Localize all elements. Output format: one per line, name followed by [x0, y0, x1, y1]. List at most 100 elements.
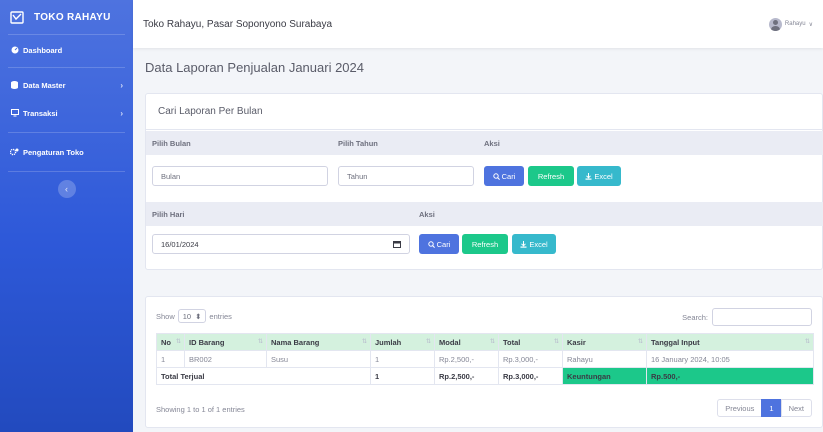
sort-icon: ⇅	[425, 339, 431, 345]
sidebar-item-data-master[interactable]: Data Master ›	[0, 74, 133, 96]
divider	[8, 67, 125, 68]
filter-label-row: Pilih Bulan Pilih Tahun Aksi	[146, 131, 823, 155]
refresh-month-button[interactable]: Refresh	[528, 166, 574, 186]
cell-nama-barang: Susu	[266, 350, 371, 368]
day-label-row: Pilih Hari Aksi	[146, 202, 823, 226]
filter-card: Cari Laporan Per Bulan Pilih Bulan Pilih…	[145, 93, 823, 270]
column-header-id-barang[interactable]: ID Barang ⇅	[184, 333, 267, 351]
download-icon	[585, 172, 592, 180]
year-select[interactable]: Tahun	[338, 166, 474, 186]
entries-select[interactable]: 10 ⬍	[177, 309, 207, 323]
brand[interactable]: TOKO RAHAYU	[0, 0, 133, 34]
sidebar-item-transaksi[interactable]: Transaksi ›	[0, 102, 133, 124]
search-month-button[interactable]: Cari	[484, 166, 524, 186]
column-header-jumlah[interactable]: Jumlah ⇅	[370, 333, 435, 351]
cell-no: 1	[156, 350, 185, 368]
search-button-label: Cari	[436, 239, 451, 249]
total-modal: Rp.2,500,-	[434, 367, 499, 385]
excel-button-label: Excel	[529, 239, 548, 249]
table-search: Search:	[682, 308, 812, 326]
pagination: Previous 1 Next	[717, 399, 812, 417]
desktop-icon	[10, 109, 19, 117]
chevron-right-icon: ›	[120, 80, 123, 90]
action-label: Aksi	[484, 139, 500, 148]
profit-label: Keuntungan	[562, 367, 647, 385]
topbar: Toko Rahayu, Pasar Soponyono Surabaya Ra…	[133, 0, 823, 48]
sidebar-item-label: Pengaturan Toko	[23, 147, 84, 157]
refresh-day-button[interactable]: Refresh	[462, 234, 508, 254]
cell-jumlah: 1	[370, 350, 435, 368]
column-header-nama-barang[interactable]: Nama Barang ⇅	[266, 333, 371, 351]
sort-icon: ⇅	[257, 339, 263, 345]
previous-page-button[interactable]: Previous	[717, 399, 763, 417]
page-1-button[interactable]: 1	[761, 399, 782, 417]
excel-month-button[interactable]: Excel	[577, 166, 621, 186]
sidebar-toggle-button[interactable]: ‹	[57, 180, 76, 198]
date-value: 16/01/2024	[161, 239, 199, 249]
search-label: Search:	[682, 312, 708, 322]
column-header-kasir[interactable]: Kasir ⇅	[562, 333, 647, 351]
total-row: Total Terjual 1 Rp.2,500,- Rp.3,000,- Ke…	[156, 367, 814, 385]
sort-icon: ⇅	[175, 339, 181, 345]
entries-label: entries	[209, 311, 232, 321]
user-name: Rahayu	[784, 21, 806, 27]
divider	[8, 34, 125, 35]
column-header-tanggal-input[interactable]: Tanggal Input ⇅	[646, 333, 814, 351]
divider	[8, 171, 125, 172]
column-header-modal[interactable]: Modal ⇅	[434, 333, 499, 351]
brand-name: TOKO RAHAYU	[34, 11, 111, 23]
select-arrows-icon: ⬍	[195, 311, 202, 321]
chevron-left-icon: ‹	[65, 184, 68, 194]
cell-total: Rp.3,000,-	[498, 350, 563, 368]
filter-card-header: Cari Laporan Per Bulan	[146, 94, 822, 130]
cell-tanggal-input: 16 January 2024, 10:05	[646, 350, 814, 368]
entries-length: Show 10 ⬍ entries	[156, 309, 232, 323]
sidebar-item-label: Dashboard	[23, 45, 63, 55]
search-day-button[interactable]: Cari	[419, 234, 459, 254]
chevron-right-icon: ›	[120, 108, 123, 118]
table-header-row: No ⇅ ID Barang ⇅ Nama Barang ⇅ Jumlah ⇅ Moda…	[156, 333, 814, 351]
store-logo-icon	[10, 11, 24, 24]
page-title: Data Laporan Penjualan Januari 2024	[145, 60, 365, 75]
show-label: Show	[156, 311, 175, 321]
next-page-button[interactable]: Next	[780, 399, 812, 417]
sort-icon: ⇅	[489, 339, 495, 345]
cell-modal: Rp.2,500,-	[434, 350, 499, 368]
user-menu[interactable]: Rahayu ∨	[768, 17, 813, 31]
divider	[8, 132, 125, 133]
tachometer-icon	[10, 46, 19, 54]
search-icon	[492, 172, 500, 180]
calendar-icon[interactable]	[393, 240, 401, 248]
profit-value: Rp.500,-	[646, 367, 814, 385]
table-info: Showing 1 to 1 of 1 entries	[156, 405, 245, 414]
sort-icon: ⇅	[637, 339, 643, 345]
sort-icon: ⇅	[361, 339, 367, 345]
total-total: Rp.3,000,-	[498, 367, 563, 385]
sidebar-item-pengaturan-toko[interactable]: Pengaturan Toko	[0, 141, 133, 163]
date-input[interactable]: 16/01/2024	[152, 234, 410, 254]
table-row: 1 BR002 Susu 1 Rp.2,500,- Rp.3,000,- Rah…	[156, 350, 814, 368]
day-action-label: Aksi	[419, 210, 435, 219]
database-icon	[10, 81, 19, 89]
download-icon	[520, 240, 527, 248]
month-label: Pilih Bulan	[152, 139, 191, 148]
avatar	[768, 17, 782, 31]
search-input[interactable]	[712, 308, 812, 326]
chevron-down-icon: ∨	[808, 21, 813, 28]
column-header-no[interactable]: No ⇅	[156, 333, 185, 351]
excel-day-button[interactable]: Excel	[512, 234, 556, 254]
cell-id-barang: BR002	[184, 350, 267, 368]
entries-value: 10	[182, 311, 192, 321]
month-select[interactable]: Bulan	[152, 166, 328, 186]
sidebar-item-label: Data Master	[23, 80, 66, 90]
sidebar-item-dashboard[interactable]: Dashboard	[0, 39, 133, 61]
column-header-total[interactable]: Total ⇅	[498, 333, 563, 351]
sidebar-item-label: Transaksi	[23, 108, 58, 118]
sidebar: TOKO RAHAYU Dashboard Data Master › Tran…	[0, 0, 133, 432]
cell-kasir: Rahayu	[562, 350, 647, 368]
report-table-card: Show 10 ⬍ entries Search: No ⇅ ID Barang ⇅…	[145, 296, 823, 428]
store-title: Toko Rahayu, Pasar Soponyono Surabaya	[143, 18, 333, 30]
sort-icon: ⇅	[804, 339, 810, 345]
total-jumlah: 1	[370, 367, 435, 385]
year-label: Pilih Tahun	[338, 139, 378, 148]
